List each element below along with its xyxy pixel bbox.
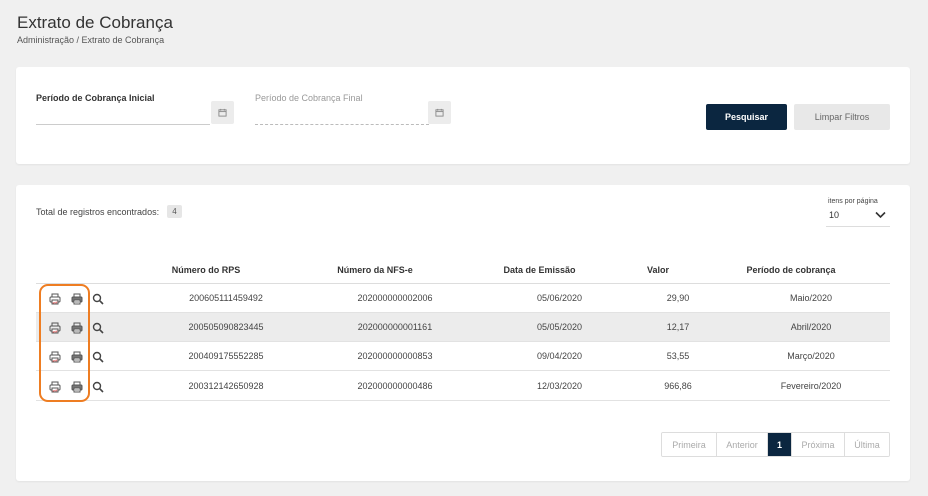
icon-highlight-annotation (39, 284, 90, 402)
column-header-rps: Número do RPS (171, 265, 241, 275)
table-row: pdf 200505090823445 202000000001161 05/05/2… (36, 313, 890, 342)
rps-number-cell: 200505090823445 (188, 322, 264, 332)
table-row: pdf 200605111459492 202000000002006 05/06/2… (36, 284, 890, 313)
results-panel: Total de registros encontrados: 4 itens … (16, 185, 910, 481)
calendar-icon (218, 108, 227, 117)
rps-number-cell: 200409175552285 (188, 351, 264, 361)
issue-date-cell: 05/06/2020 (536, 293, 583, 303)
issue-date-cell: 05/05/2020 (536, 322, 583, 332)
start-period-field[interactable] (36, 124, 210, 125)
nfse-number-cell: 202000000001161 (357, 322, 433, 332)
search-icon[interactable] (92, 380, 104, 393)
calendar-icon (435, 108, 444, 117)
rps-number-cell: 200605111459492 (189, 293, 263, 303)
column-header-period: Período de cobrança (746, 265, 836, 275)
pagination-prev[interactable]: Anterior (717, 433, 768, 456)
billing-period-cell: Maio/2020 (789, 293, 833, 303)
end-calendar-button[interactable] (428, 101, 451, 124)
pagination-last[interactable]: Última (845, 433, 889, 456)
total-records-label: Total de registros encontrados: (36, 207, 160, 217)
end-period-field[interactable] (255, 124, 429, 125)
items-per-page-select[interactable]: 10 (826, 207, 890, 227)
pagination-first[interactable]: Primeira (662, 433, 717, 456)
search-icon[interactable] (92, 321, 104, 334)
column-header-date: Data de Emissão (503, 265, 576, 275)
items-per-page-label: itens por página (828, 198, 878, 205)
search-icon[interactable] (92, 292, 104, 305)
issue-date-cell: 12/03/2020 (536, 381, 583, 391)
billing-period-cell: Fevereiro/2020 (780, 381, 842, 391)
table-row: pdf 200312142650928 202000000000486 12/03/2… (36, 372, 890, 401)
pagination-next[interactable]: Próxima (792, 433, 845, 456)
total-records-badge: 4 (167, 205, 182, 218)
page-title: Extrato de Cobrança (17, 13, 173, 32)
table-row: pdf 200409175552285 202000000000853 09/04/2… (36, 342, 890, 371)
end-period-label: Período de Cobrança Final (255, 93, 363, 103)
billing-period-cell: Março/2020 (787, 351, 835, 361)
pagination-current[interactable]: 1 (768, 433, 792, 456)
billing-period-cell: Abril/2020 (790, 322, 832, 332)
filter-panel: Período de Cobrança Inicial Período de C… (16, 67, 910, 164)
issue-date-cell: 09/04/2020 (536, 351, 583, 361)
nfse-number-cell: 202000000000853 (357, 351, 433, 361)
search-button[interactable]: Pesquisar (706, 104, 787, 130)
nfse-number-cell: 202000000000486 (357, 381, 433, 391)
value-cell: 29,90 (666, 293, 690, 303)
start-calendar-button[interactable] (211, 101, 234, 124)
nfse-number-cell: 202000000002006 (357, 293, 433, 303)
clear-filters-button[interactable]: Limpar Filtros (794, 104, 890, 130)
value-cell: 53,55 (666, 351, 690, 361)
chevron-down-icon (875, 211, 886, 219)
column-header-value: Valor (646, 265, 669, 275)
items-per-page-value: 10 (829, 210, 840, 220)
breadcrumb: Administração / Extrato de Cobrança (17, 35, 165, 45)
column-header-nfse: Número da NFS-e (337, 265, 413, 275)
rps-number-cell: 200312142650928 (188, 381, 264, 391)
search-icon[interactable] (92, 350, 104, 363)
pagination: Primeira Anterior 1 Próxima Última (661, 432, 890, 457)
value-cell: 12,17 (666, 322, 690, 332)
start-period-label: Período de Cobrança Inicial (36, 93, 155, 103)
value-cell: 966,86 (664, 381, 692, 391)
